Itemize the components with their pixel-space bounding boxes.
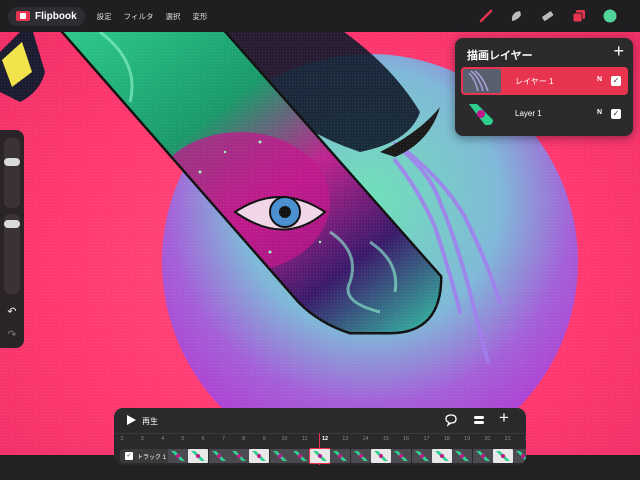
frame-thumbnail[interactable] <box>411 449 432 463</box>
frame-thumbnail[interactable] <box>269 449 290 463</box>
app-title: Flipbook <box>35 10 77 22</box>
frame-number: 10 <box>281 436 288 442</box>
frame-number: 20 <box>484 436 491 442</box>
layer-blend-mode[interactable]: N <box>597 76 602 83</box>
frame-thumbnail[interactable] <box>513 449 526 463</box>
frame-thumbnail[interactable] <box>431 449 452 463</box>
comment-icon[interactable] <box>444 413 458 427</box>
frame-thumbnail[interactable] <box>289 449 310 463</box>
layer-thumbnail <box>463 102 501 126</box>
track-settings-icon[interactable] <box>472 413 486 427</box>
layer-blend-mode[interactable]: N <box>597 109 602 116</box>
frame-number: 19 <box>464 436 471 442</box>
add-layer-button[interactable]: + <box>613 41 624 62</box>
redo-icon[interactable]: ↷ <box>5 328 19 342</box>
layer-row[interactable]: レイヤー 1 N ✓ <box>461 67 628 95</box>
frame-thumbnail[interactable] <box>309 448 332 464</box>
track-label[interactable]: ✓ トラック 1 <box>120 449 172 463</box>
frame-number: 3 <box>140 436 144 442</box>
frame-number: 5 <box>181 436 185 442</box>
layer-row[interactable]: Layer 1 N ✓ <box>461 100 628 128</box>
frame-thumbnail[interactable] <box>228 449 249 463</box>
frame-number: 15 <box>382 436 389 442</box>
menu-settings[interactable]: 設定 <box>97 11 112 22</box>
frame-thumbnail[interactable] <box>208 449 229 463</box>
frame-number: 9 <box>262 436 266 442</box>
frame-number: 17 <box>423 436 430 442</box>
frame-number: 8 <box>242 436 246 442</box>
brush-icon[interactable] <box>477 7 495 25</box>
frame-number: 6 <box>201 436 205 442</box>
layer-visibility-checkbox[interactable]: ✓ <box>611 76 621 86</box>
frame-number: 13 <box>342 436 349 442</box>
side-sliders-panel: ↶ ↷ <box>0 130 24 348</box>
brush-size-thumb[interactable] <box>4 158 20 166</box>
frame-thumbnail[interactable] <box>249 449 270 463</box>
add-frame-button[interactable]: + <box>499 409 513 426</box>
menu-select[interactable]: 選択 <box>166 11 181 22</box>
frame-number: 11 <box>301 436 308 442</box>
color-swatch[interactable] <box>601 7 619 25</box>
frame-thumbnail[interactable] <box>168 449 188 463</box>
play-label[interactable]: 再生 <box>142 416 158 427</box>
frame-thumbnail[interactable] <box>350 449 371 463</box>
menu-filter[interactable]: フィルタ <box>124 11 154 22</box>
frame-number: 7 <box>221 436 226 442</box>
layer-thumbnail <box>463 69 501 93</box>
frame-number: 12 <box>321 436 329 442</box>
top-toolbar: Flipbook 設定 フィルタ 選択 変形 <box>0 0 640 32</box>
layers-icon[interactable] <box>570 7 588 25</box>
track-visibility-checkbox[interactable]: ✓ <box>125 452 133 460</box>
layers-panel: 描画レイヤー + レイヤー 1 N ✓ Layer 1 N ✓ <box>455 38 633 136</box>
frame-number: 18 <box>443 436 450 442</box>
layers-panel-title: 描画レイヤー <box>467 50 533 62</box>
layer-visibility-checkbox[interactable]: ✓ <box>611 109 621 119</box>
frame-number: 21 <box>504 436 511 442</box>
play-icon[interactable] <box>125 414 137 426</box>
frame-number: 14 <box>362 436 369 442</box>
frame-thumbnail[interactable] <box>371 449 391 463</box>
frame-thumbnail[interactable] <box>472 449 493 463</box>
smudge-icon[interactable] <box>507 7 525 25</box>
frame-thumbnail[interactable] <box>492 449 513 463</box>
frame-thumbnail[interactable] <box>391 449 412 463</box>
eraser-icon[interactable] <box>538 7 556 25</box>
brush-size-slider[interactable] <box>4 138 20 208</box>
frame-thumbnail[interactable] <box>452 449 473 463</box>
gallery-button[interactable]: Flipbook <box>8 6 85 26</box>
flipbook-logo-icon <box>16 11 30 21</box>
frame-number: 22 <box>518 436 526 442</box>
frame-number: 2 <box>120 436 124 442</box>
layer-name: Layer 1 <box>515 109 542 118</box>
frame-number: 4 <box>161 436 165 442</box>
layer-name: レイヤー 1 <box>515 77 554 86</box>
timeline-panel: 再生 + 2345678910111213141516171819202122 … <box>114 408 526 465</box>
frame-number: 16 <box>403 436 410 442</box>
menu-transform[interactable]: 変形 <box>193 11 208 22</box>
timeline-ruler[interactable]: 2 3 4 5 6 7 8 9 10 11 12 13 14 15 16 17 18 19 20 21 22 <box>114 433 526 447</box>
frame-thumbnail[interactable] <box>330 449 351 463</box>
track-row: ✓ トラック 1 <box>114 448 526 464</box>
opacity-thumb[interactable] <box>4 220 20 228</box>
undo-icon[interactable]: ↶ <box>5 305 19 319</box>
track-name: トラック 1 <box>137 454 167 461</box>
frame-thumbnail[interactable] <box>188 449 209 463</box>
